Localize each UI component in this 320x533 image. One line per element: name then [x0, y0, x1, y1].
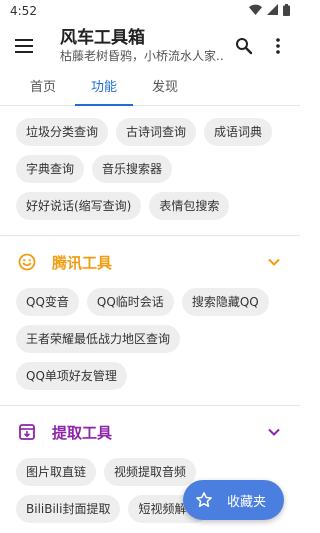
section-title-extract: 提取工具 — [52, 423, 113, 442]
menu-icon[interactable] — [12, 34, 36, 58]
section-header-extract[interactable]: 提取工具 — [0, 406, 300, 458]
tab-features[interactable]: 功能 — [75, 76, 133, 106]
chip-sticker-search[interactable]: 表情包搜索 — [149, 192, 230, 220]
wifi-icon — [249, 4, 262, 18]
favorites-label: 收藏夹 — [226, 494, 266, 510]
smiley-icon — [18, 253, 36, 271]
more-vert-icon[interactable] — [264, 32, 292, 60]
features-content: 垃圾分类查询 古诗词查询 成语词典 字典查询 音乐搜索器 好好说话(缩写查询) … — [0, 106, 300, 532]
section-header-tencent[interactable]: 腾讯工具 — [0, 236, 300, 288]
app-subtitle: 枯藤老树昏鸦，小桥流水人家... — [60, 49, 224, 63]
tab-home[interactable]: 首页 — [14, 76, 72, 105]
status-time: 4:52 — [10, 4, 37, 18]
tab-bar: 首页 功能 发现 — [0, 70, 300, 106]
chip-garbage-sort[interactable]: 垃圾分类查询 — [16, 118, 109, 146]
query-tools-chips: 垃圾分类查询 古诗词查询 成语词典 字典查询 音乐搜索器 好好说话(缩写查询) … — [0, 106, 300, 229]
chip-qq-temp-chat[interactable]: QQ临时会话 — [86, 288, 174, 316]
chip-idiom-dictionary[interactable]: 成语词典 — [204, 118, 273, 146]
status-icons — [249, 3, 290, 19]
chip-dictionary-search[interactable]: 字典查询 — [16, 155, 85, 183]
download-box-icon — [18, 423, 36, 441]
favorites-fab[interactable]: 收藏夹 — [182, 480, 284, 520]
status-bar: 4:52 — [0, 0, 300, 22]
star-icon — [195, 491, 213, 509]
cell-signal-icon — [267, 4, 278, 18]
chip-honor-of-kings-region[interactable]: 王者荣耀最低战力地区查询 — [16, 325, 181, 353]
chevron-down-icon[interactable] — [266, 424, 282, 440]
chip-image-direct-link[interactable]: 图片取直链 — [16, 458, 97, 486]
chip-qq-one-way-friends[interactable]: QQ单项好友管理 — [16, 362, 127, 390]
chip-music-search[interactable]: 音乐搜索器 — [92, 155, 173, 183]
chevron-down-icon[interactable] — [266, 254, 282, 270]
chip-poetry-search[interactable]: 古诗词查询 — [116, 118, 197, 146]
app-titles: 风车工具箱 枯藤老树昏鸦，小桥流水人家... — [60, 28, 224, 64]
chip-qq-voice-change[interactable]: QQ变音 — [16, 288, 79, 316]
tencent-tools-chips: QQ变音 QQ临时会话 搜索隐藏QQ 王者荣耀最低战力地区查询 QQ单项好友管理 — [0, 288, 300, 399]
chip-video-extract-audio[interactable]: 视频提取音频 — [104, 458, 197, 486]
section-title-tencent: 腾讯工具 — [52, 253, 113, 272]
app-bar: 风车工具箱 枯藤老树昏鸦，小桥流水人家... — [0, 22, 300, 70]
chip-bilibili-cover[interactable]: BiliBili封面提取 — [16, 495, 121, 523]
chip-search-hidden-qq[interactable]: 搜索隐藏QQ — [181, 288, 269, 316]
search-icon[interactable] — [230, 32, 258, 60]
chip-abbreviation-search[interactable]: 好好说话(缩写查询) — [16, 192, 142, 220]
app-title: 风车工具箱 — [60, 28, 145, 48]
battery-icon — [283, 3, 290, 19]
tab-discover[interactable]: 发现 — [136, 76, 194, 105]
